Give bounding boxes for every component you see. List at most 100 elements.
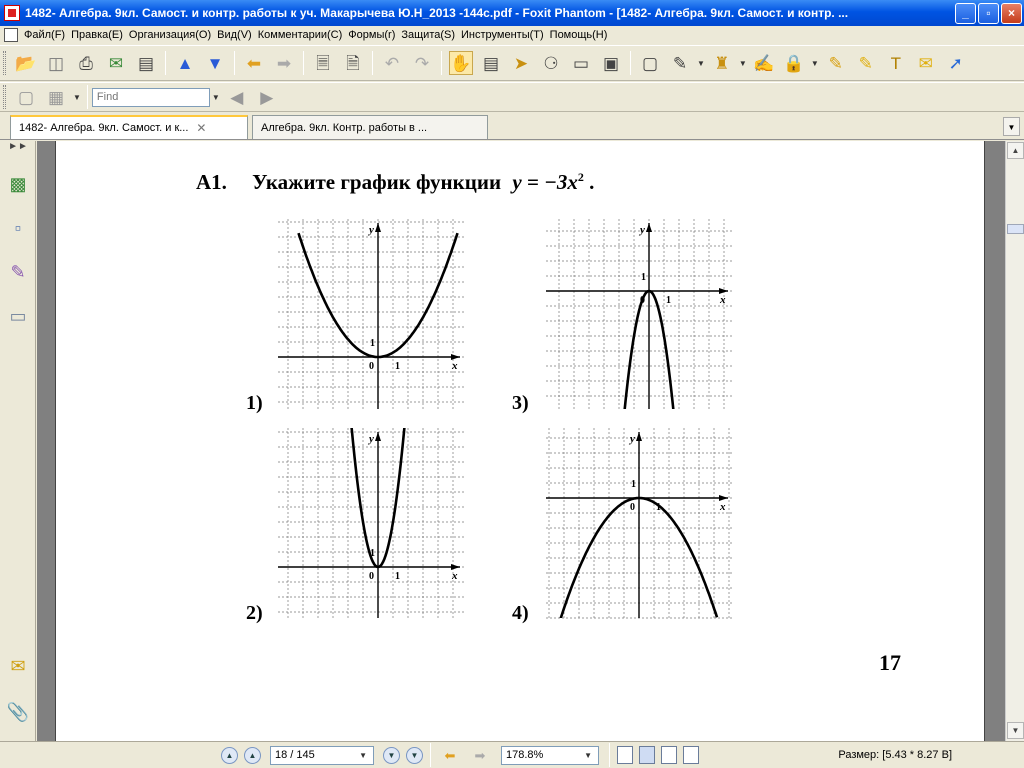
tab-document-2[interactable]: Алгебра. 9кл. Контр. работы в ... <box>252 115 488 139</box>
document-icon[interactable] <box>4 28 18 42</box>
comment-icon[interactable]: ✉ <box>914 51 938 75</box>
find-toolbar: ▢ ▦ ▼ ▼ ◀ ▶ <box>0 82 1024 112</box>
chevron-down-icon[interactable]: ▼ <box>697 59 705 68</box>
page-number-input[interactable]: 18 / 145 ▼ <box>270 745 374 765</box>
maximize-button[interactable]: ▫ <box>978 2 999 24</box>
minimize-button[interactable]: _ <box>955 2 976 24</box>
origin-label: 0 <box>369 571 374 582</box>
find-next-icon[interactable]: ▶ <box>255 85 279 109</box>
y-axis-arrow <box>375 223 381 232</box>
snapshot-icon[interactable]: ▢ <box>14 85 38 109</box>
print-icon[interactable]: ⎙ <box>74 51 98 75</box>
close-button[interactable]: × <box>1001 2 1022 24</box>
chevron-down-icon[interactable]: ▼ <box>739 59 747 68</box>
first-page-button[interactable]: ▲ <box>221 746 238 764</box>
separator <box>86 85 88 109</box>
find-input[interactable] <box>91 87 210 107</box>
forward-icon[interactable]: ➡ <box>272 51 296 75</box>
last-page-button[interactable]: ▼ <box>406 746 423 764</box>
typewriter-icon[interactable]: T <box>884 51 908 75</box>
insert-pages-icon[interactable]: 🗎 <box>341 51 365 75</box>
email-icon[interactable]: ✉ <box>104 51 128 75</box>
x-axis-label: x <box>719 501 726 513</box>
hand-tool-icon[interactable]: ✋ <box>449 51 473 75</box>
graph-option-2[interactable]: yx0 112) <box>246 387 464 624</box>
page-up-icon[interactable]: ▲ <box>173 51 197 75</box>
signature-icon[interactable]: ✍ <box>752 51 776 75</box>
arrow-tool-icon[interactable]: ➚ <box>944 51 968 75</box>
continuous-facing-view-icon[interactable] <box>683 746 699 764</box>
binoculars-icon[interactable]: ⚆ <box>539 51 563 75</box>
menu-file[interactable]: Файл(F) <box>24 29 71 41</box>
edit-icon[interactable]: ✎ <box>668 51 692 75</box>
zoom-input[interactable]: 178.8% ▼ <box>501 745 599 765</box>
redo-icon[interactable]: ↷ <box>410 51 434 75</box>
lock-icon[interactable]: 🔒 <box>782 51 806 75</box>
chevron-down-icon[interactable]: ▼ <box>73 93 81 102</box>
text-box-icon[interactable]: ▭ <box>569 51 593 75</box>
close-icon[interactable]: ✕ <box>196 121 206 135</box>
find-previous-icon[interactable]: ◀ <box>225 85 249 109</box>
chevron-down-icon[interactable]: ▼ <box>359 751 367 760</box>
menu-protect[interactable]: Защита(S) <box>401 29 461 41</box>
chevron-down-icon[interactable]: ▼ <box>584 751 592 760</box>
image-icon[interactable]: ▣ <box>599 51 623 75</box>
back-icon[interactable]: ⬅ <box>438 743 462 767</box>
single-page-view-icon[interactable] <box>617 746 633 764</box>
pointer-icon[interactable]: ➤ <box>509 51 533 75</box>
y-axis-label: y <box>367 433 374 445</box>
chevron-down-icon[interactable]: ▼ <box>811 59 819 68</box>
scan-icon[interactable]: ▤ <box>134 51 158 75</box>
back-icon[interactable]: ⬅ <box>242 51 266 75</box>
select-text-icon[interactable]: ▤ <box>479 51 503 75</box>
expand-panel-icon[interactable]: ►► <box>0 141 36 155</box>
forward-icon[interactable]: ➡ <box>468 743 492 767</box>
menu-view[interactable]: Вид(V) <box>217 29 258 41</box>
next-page-button[interactable]: ▼ <box>383 746 400 764</box>
menu-edit[interactable]: Правка(E) <box>71 29 129 41</box>
rectangle-icon[interactable]: ▢ <box>638 51 662 75</box>
scroll-down-button[interactable]: ▼ <box>1007 722 1024 739</box>
chevron-down-icon[interactable]: ▼ <box>1003 117 1020 136</box>
toolbar-grip[interactable] <box>3 85 6 109</box>
menu-help[interactable]: Помощь(H) <box>550 29 614 41</box>
chevron-down-icon[interactable]: ▼ <box>212 93 220 102</box>
comments-icon[interactable]: ✉ <box>7 655 29 677</box>
vertical-scrollbar[interactable]: ▲ ▼ <box>1005 141 1024 741</box>
stamp-icon[interactable]: ♜ <box>710 51 734 75</box>
menu-comments[interactable]: Комментарии(C) <box>258 29 349 41</box>
menu-tools[interactable]: Инструменты(T) <box>461 29 550 41</box>
undo-icon[interactable]: ↶ <box>380 51 404 75</box>
save-icon[interactable]: ◫ <box>44 51 68 75</box>
scroll-thumb[interactable] <box>1007 224 1024 234</box>
origin-label: 0 <box>369 361 374 372</box>
fill-pattern-icon[interactable]: ▦ <box>44 85 68 109</box>
option-label: 1) <box>246 392 263 414</box>
bookmarks-icon[interactable]: ▩ <box>7 173 29 195</box>
page-size-text: Размер: [5.43 * 8.27 B] <box>838 749 952 761</box>
note-icon[interactable]: ✎ <box>824 51 848 75</box>
highlight-icon[interactable]: ✎ <box>854 51 878 75</box>
graph-option-4[interactable]: yx0 114) <box>512 428 732 632</box>
attachments-icon[interactable]: 📎 <box>7 701 29 723</box>
option-label: 3) <box>512 392 529 414</box>
y-axis-label: y <box>628 433 635 445</box>
page-down-icon[interactable]: ▼ <box>203 51 227 75</box>
extract-pages-icon[interactable]: 🗏 <box>311 51 335 75</box>
menu-organize[interactable]: Организация(O) <box>129 29 217 41</box>
previous-page-button[interactable]: ▲ <box>244 746 261 764</box>
facing-view-icon[interactable] <box>661 746 677 764</box>
y-axis-arrow <box>636 432 642 441</box>
tab-document-1[interactable]: 1482- Алгебра. 9кл. Самост. и к... ✕ <box>10 115 248 139</box>
scroll-up-button[interactable]: ▲ <box>1007 142 1024 159</box>
continuous-view-icon[interactable] <box>639 746 655 764</box>
separator <box>441 51 442 75</box>
layers-icon[interactable]: ✎ <box>7 261 29 283</box>
graph-option-1[interactable]: y x 0 1 1 1) <box>246 219 464 414</box>
pages-icon[interactable]: ▫ <box>7 217 29 239</box>
menu-forms[interactable]: Формы(r) <box>348 29 401 41</box>
open-icon[interactable]: 📂 <box>14 51 38 75</box>
signatures-icon[interactable]: ▭ <box>7 305 29 327</box>
toolbar-grip[interactable] <box>3 51 6 75</box>
x-tick-label: 1 <box>395 571 400 582</box>
